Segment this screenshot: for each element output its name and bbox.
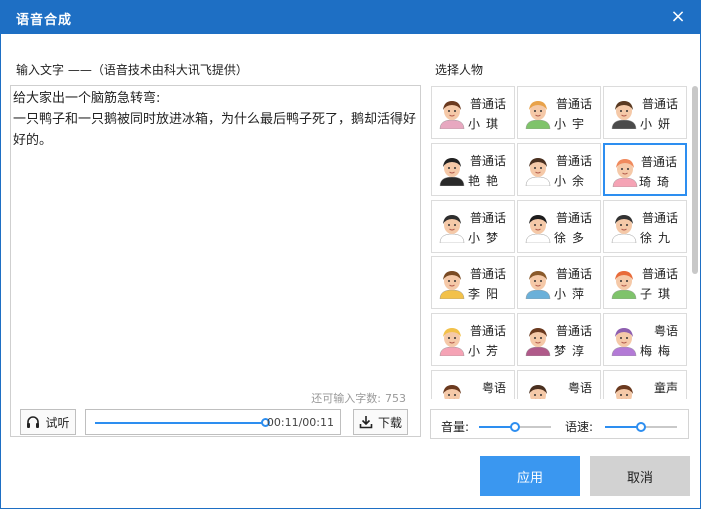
download-button[interactable]: 下载 [353, 409, 408, 435]
voice-language: 童声 [653, 381, 678, 395]
voice-name: 小梦 [467, 231, 504, 245]
voice-language: 普通话 [641, 97, 678, 111]
voice-name: 琦琦 [638, 175, 675, 189]
volume-handle[interactable] [510, 422, 520, 432]
voice-language: 普通话 [555, 97, 592, 111]
avatar-icon [612, 159, 638, 187]
voice-name: 小宇 [553, 117, 590, 131]
voice-name: 艳艳 [467, 174, 504, 188]
voice-card[interactable]: 普通话 小梦 [431, 200, 515, 253]
speed-slider[interactable] [605, 422, 677, 432]
voice-card[interactable]: 普通话 小妍 [603, 86, 687, 139]
remaining-number: 753 [385, 392, 406, 405]
title-bar: 语音合成 × [0, 0, 701, 34]
avatar-icon [439, 215, 465, 243]
voice-card[interactable]: 普通话 小萍 [517, 256, 601, 309]
download-icon [359, 416, 373, 429]
voice-language: 普通话 [555, 267, 592, 281]
voice-grid: 普通话 小琪 普通话 小宇 普通话 小妍 普通话 艳艳 普通话 小余 普通话 琦琦 普通话 小梦 普通话 徐多… [431, 86, 688, 399]
avatar-icon [611, 328, 637, 356]
voice-language: 普通话 [555, 154, 592, 168]
voice-card[interactable]: 普通话 子琪 [603, 256, 687, 309]
voice-name: 小琪 [467, 117, 504, 131]
voice-language: 普通话 [469, 97, 506, 111]
avatar-icon [443, 385, 461, 399]
voice-card[interactable]: 普通话 梦淳 [517, 313, 601, 366]
voice-language: 普通话 [469, 324, 506, 338]
voice-language: 粤语 [653, 324, 678, 338]
avatar-icon [439, 328, 465, 356]
voice-language: 普通话 [469, 154, 506, 168]
voice-language: 普通话 [641, 267, 678, 281]
voice-card[interactable]: 普通话 小芳 [431, 313, 515, 366]
avatar-icon [439, 271, 465, 299]
voice-card[interactable]: 普通话 小余 [517, 143, 601, 196]
volume-label: 音量: [441, 420, 470, 434]
avatar-icon [611, 271, 637, 299]
voice-language: 粤语 [481, 381, 506, 395]
playback-progress-track[interactable] [95, 422, 265, 424]
voice-name: 小妍 [639, 117, 676, 131]
close-icon[interactable]: × [667, 6, 689, 28]
playback-time: 00:11/00:11 [266, 416, 334, 429]
avatar-icon [525, 101, 551, 129]
voice-language: 粤语 [567, 381, 592, 395]
voice-card[interactable]: 粤语梅梅 [603, 313, 687, 366]
voice-name: 梅梅 [639, 344, 676, 358]
voice-card[interactable]: 普通话 琦琦 [603, 143, 687, 196]
avatar-icon [611, 215, 637, 243]
voice-language: 普通话 [469, 211, 506, 225]
speed-handle[interactable] [636, 422, 646, 432]
voice-name: 小萍 [553, 287, 590, 301]
listen-label: 试听 [45, 415, 70, 430]
voice-card[interactable]: 普通话 小宇 [517, 86, 601, 139]
voice-name: 子琪 [639, 287, 676, 301]
avatar-icon [611, 101, 637, 129]
voice-grid-scrollbar[interactable] [692, 86, 698, 274]
input-label: 输入文字 ——（语音技术由科大讯飞提供） [16, 63, 248, 77]
voice-select-label: 选择人物 [435, 63, 484, 77]
audio-controls: 音量: 语速: [430, 409, 689, 439]
voice-language: 普通话 [555, 324, 592, 338]
voice-name: 小余 [553, 174, 590, 188]
listen-button[interactable]: 试听 [20, 409, 76, 435]
avatar-icon [615, 385, 633, 399]
cancel-button[interactable]: 取消 [590, 456, 690, 496]
voice-card[interactable]: 普通话 艳艳 [431, 143, 515, 196]
volume-slider[interactable] [479, 422, 551, 432]
voice-card[interactable]: 粤语 [517, 370, 601, 399]
voice-card[interactable]: 普通话 小琪 [431, 86, 515, 139]
voice-card[interactable]: 普通话 李阳 [431, 256, 515, 309]
avatar-icon [525, 158, 551, 186]
voice-name: 李阳 [467, 287, 504, 301]
avatar-icon [525, 271, 551, 299]
avatar-icon [529, 385, 547, 399]
voice-card[interactable]: 粤语 [431, 370, 515, 399]
voice-name: 徐九 [639, 231, 676, 245]
voice-language: 普通话 [641, 211, 678, 225]
avatar-icon [439, 101, 465, 129]
apply-button[interactable]: 应用 [480, 456, 580, 496]
headphones-icon [27, 416, 40, 428]
voice-card[interactable]: 普通话 徐九 [603, 200, 687, 253]
voice-language: 普通话 [640, 155, 677, 169]
speed-label: 语速: [565, 420, 594, 434]
voice-name: 徐多 [553, 231, 590, 245]
voice-language: 普通话 [555, 211, 592, 225]
voice-language: 普通话 [469, 267, 506, 281]
voice-card[interactable]: 童声 [603, 370, 687, 399]
voice-name: 小芳 [467, 344, 504, 358]
avatar-icon [525, 328, 551, 356]
download-label: 下载 [377, 415, 402, 430]
voice-card[interactable]: 普通话 徐多 [517, 200, 601, 253]
input-text[interactable]: 给大家出一个脑筋急转弯: 一只鸭子和一只鹅被同时放进冰箱，为什么最后鸭子死了，鹅… [13, 88, 418, 151]
text-input-area[interactable]: 给大家出一个脑筋急转弯: 一只鸭子和一只鹅被同时放进冰箱，为什么最后鸭子死了，鹅… [10, 85, 421, 437]
window-title: 语音合成 [16, 13, 73, 28]
audio-player[interactable]: 00:11/00:11 [85, 409, 341, 435]
avatar-icon [525, 215, 551, 243]
remaining-label: 还可输入字数: [311, 392, 381, 405]
remaining-count: 还可输入字数: 753 [311, 390, 406, 406]
voice-name: 梦淳 [553, 344, 590, 358]
avatar-icon [439, 158, 465, 186]
